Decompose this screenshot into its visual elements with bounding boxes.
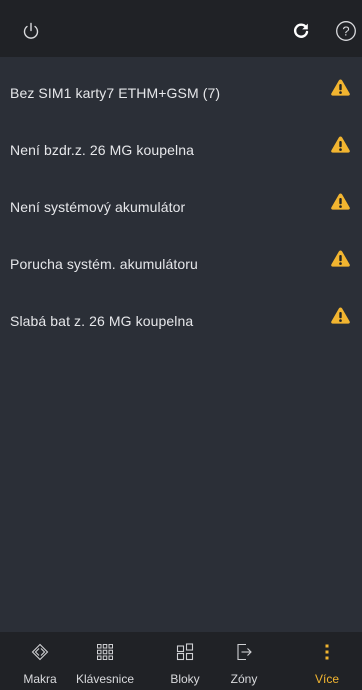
- bottom-navigation: Makra Klávesnice Bloky Zóny Více: [0, 632, 362, 690]
- fault-text: Slabá bat z. 26 MG koupelna: [10, 313, 194, 329]
- tab-label: Klávesnice: [75, 672, 135, 686]
- tab-label: Zóny: [230, 672, 258, 686]
- help-icon[interactable]: ?: [334, 19, 358, 43]
- warning-icon: [331, 193, 350, 210]
- tab-vice[interactable]: Více: [305, 632, 349, 690]
- list-item[interactable]: Není systémový akumulátor: [0, 171, 362, 228]
- tab-label: Více: [314, 672, 339, 686]
- fault-text: Porucha systém. akumulátoru: [10, 256, 198, 272]
- more-icon: [325, 644, 329, 660]
- app-screen: ? Bez SIM1 karty7 ETHM+GSM (7) Není bzdr…: [0, 0, 362, 690]
- list-item[interactable]: Porucha systém. akumulátoru: [0, 228, 362, 285]
- fault-list: Bez SIM1 karty7 ETHM+GSM (7) Není bzdr.z…: [0, 57, 362, 342]
- tab-label: Makra: [23, 672, 57, 686]
- zones-icon: [237, 643, 252, 661]
- warning-icon: [331, 136, 350, 153]
- macro-icon: [31, 643, 49, 661]
- tab-label: Bloky: [170, 672, 200, 686]
- svg-text:?: ?: [342, 24, 349, 39]
- keypad-icon: [97, 644, 113, 660]
- warning-icon: [331, 79, 350, 96]
- fault-text: Není systémový akumulátor: [10, 199, 186, 215]
- fault-text: Bez SIM1 karty7 ETHM+GSM (7): [10, 85, 221, 101]
- blocks-icon: [176, 643, 194, 661]
- list-item[interactable]: Není bzdr.z. 26 MG koupelna: [0, 114, 362, 171]
- tab-makra[interactable]: Makra: [14, 632, 66, 690]
- refresh-icon[interactable]: [289, 19, 313, 43]
- list-item[interactable]: Slabá bat z. 26 MG koupelna: [0, 285, 362, 342]
- tab-zony[interactable]: Zóny: [217, 632, 271, 690]
- tab-klavesnice[interactable]: Klávesnice: [67, 632, 143, 690]
- list-item[interactable]: Bez SIM1 karty7 ETHM+GSM (7): [0, 57, 362, 114]
- power-icon[interactable]: [19, 19, 43, 43]
- top-bar: ?: [0, 0, 362, 57]
- fault-text: Není bzdr.z. 26 MG koupelna: [10, 142, 195, 158]
- warning-icon: [331, 307, 350, 324]
- tab-bloky[interactable]: Bloky: [160, 632, 210, 690]
- warning-icon: [331, 250, 350, 267]
